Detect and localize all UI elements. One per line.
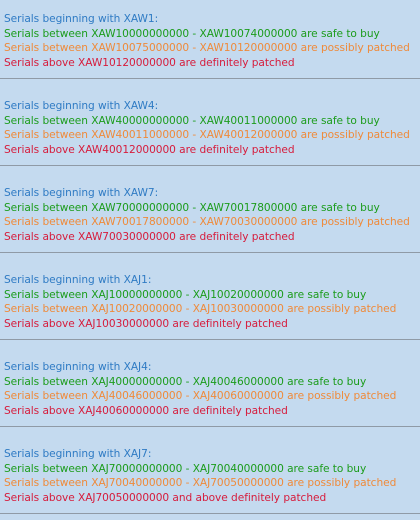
serial-group-heading: Serials beginning with XAJ7: xyxy=(4,448,152,460)
section-divider xyxy=(0,165,420,166)
serials-document: Serials beginning with XAW1: Serials bet… xyxy=(0,0,420,520)
serial-group-xaj1: Serials beginning with XAJ1: Serials bet… xyxy=(4,273,418,331)
possibly-patched-range-line: Serials between XAW10075000000 - XAW1012… xyxy=(4,42,410,54)
possibly-patched-range-line: Serials between XAW70017800000 - XAW7003… xyxy=(4,216,410,228)
possibly-patched-range-line: Serials between XAJ10020000000 - XAJ1003… xyxy=(4,303,397,315)
serial-group-xaj7: Serials beginning with XAJ7: Serials bet… xyxy=(4,447,418,505)
serial-group-heading: Serials beginning with XAW4: xyxy=(4,100,159,112)
serial-group-xaw4: Serials beginning with XAW4: Serials bet… xyxy=(4,99,418,157)
serial-group-heading: Serials beginning with XAJ1: xyxy=(4,274,152,286)
definitely-patched-line: Serials above XAJ10030000000 are definit… xyxy=(4,317,288,330)
safe-range-line: Serials between XAJ10000000000 - XAJ1002… xyxy=(4,288,367,301)
safe-range-line: Serials between XAW10000000000 - XAW1007… xyxy=(4,27,380,40)
safe-range-line: Serials between XAJ40000000000 - XAJ4004… xyxy=(4,375,367,388)
possibly-patched-range-line: Serials between XAJ70040000000 - XAJ7005… xyxy=(4,477,397,489)
serial-group-heading: Serials beginning with XAW1: xyxy=(4,13,159,25)
serial-group-heading: Serials beginning with XAJ4: xyxy=(4,361,152,373)
section-divider xyxy=(0,426,420,427)
section-divider xyxy=(0,513,420,514)
possibly-patched-range-line: Serials between XAJ40046000000 - XAJ4006… xyxy=(4,390,397,402)
possibly-patched-range-line: Serials between XAW40011000000 - XAW4001… xyxy=(4,129,410,141)
definitely-patched-line: Serials above XAW70030000000 are definit… xyxy=(4,230,295,243)
safe-range-line: Serials between XAJ70000000000 - XAJ7004… xyxy=(4,462,367,475)
serial-group-xaw7: Serials beginning with XAW7: Serials bet… xyxy=(4,186,418,244)
safe-range-line: Serials between XAW40000000000 - XAW4001… xyxy=(4,114,380,127)
serial-group-heading: Serials beginning with XAW7: xyxy=(4,187,159,199)
definitely-patched-line: Serials above XAJ70050000000 and above d… xyxy=(4,491,327,504)
serial-group-xaw1: Serials beginning with XAW1: Serials bet… xyxy=(4,12,418,70)
definitely-patched-line: Serials above XAW40012000000 are definit… xyxy=(4,143,295,156)
safe-range-line: Serials between XAW70000000000 - XAW7001… xyxy=(4,201,380,214)
section-divider xyxy=(0,339,420,340)
serial-group-xaj4: Serials beginning with XAJ4: Serials bet… xyxy=(4,360,418,418)
definitely-patched-line: Serials above XAJ40060000000 are definit… xyxy=(4,404,288,417)
section-divider xyxy=(0,78,420,79)
definitely-patched-line: Serials above XAW10120000000 are definit… xyxy=(4,56,295,69)
section-divider xyxy=(0,252,420,253)
